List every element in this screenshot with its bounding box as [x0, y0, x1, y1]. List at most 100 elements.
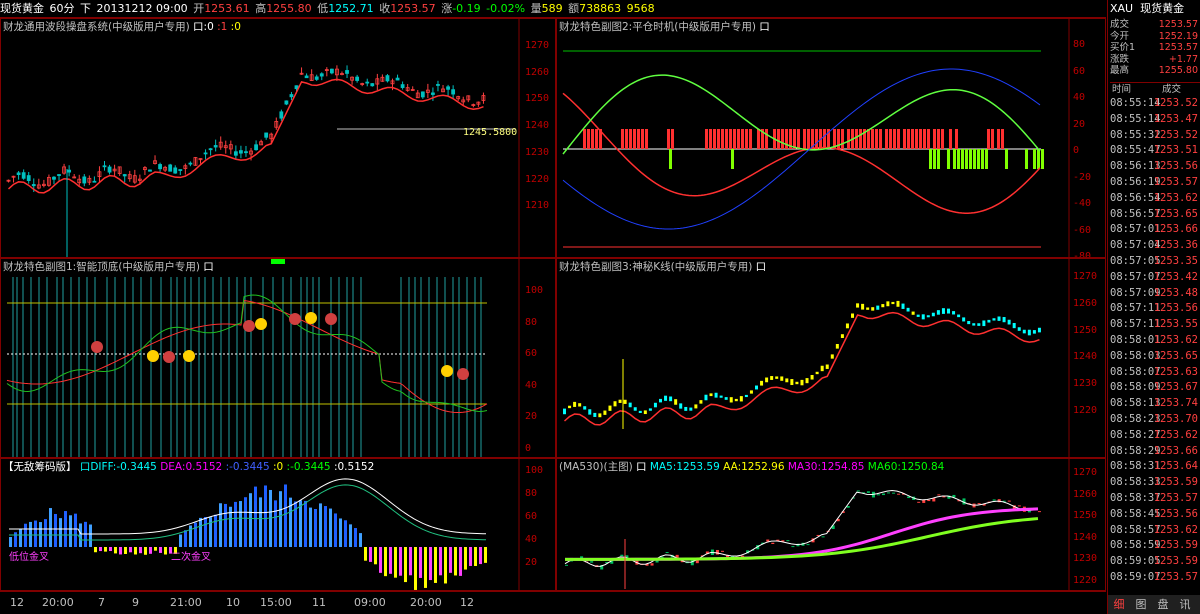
y-tick-label: 1260: [1073, 297, 1098, 309]
signal-bar-red: [641, 129, 644, 149]
side-quote-key: 最高: [1110, 65, 1130, 76]
low-label: 低: [317, 2, 329, 15]
y-tick-label: 1270: [1073, 467, 1098, 478]
signal-bar-red: [941, 129, 944, 149]
mystic-candle: [931, 312, 935, 317]
candle-body: [82, 176, 87, 184]
tick-price: 1253.48: [1153, 286, 1198, 299]
side-tab-button[interactable]: 细: [1108, 595, 1130, 614]
macd-bar: [314, 508, 317, 547]
candle-body: [148, 169, 152, 172]
macd-bar: [114, 547, 117, 554]
signal-face-icon: [255, 318, 267, 330]
quote-side-panel: XAU 现货黄金 成交 1253.57 今开 1252.19 买价1 1253.57 涨跌 +…: [1107, 0, 1200, 614]
tick-price: 1253.56: [1153, 507, 1198, 520]
candle-body: [244, 151, 248, 154]
tick-row: 08:58:09 1253.67: [1110, 381, 1200, 395]
mystic-candle: [739, 396, 743, 402]
mystic-candle: [755, 385, 758, 390]
side-tab-button[interactable]: 讯: [1174, 595, 1196, 614]
macd-chart[interactable]: [1, 459, 556, 591]
mystic-candle: [613, 401, 617, 407]
amount-value: 738863: [579, 2, 622, 15]
candle-body: [1037, 511, 1041, 513]
mystic-candle: [906, 307, 910, 312]
col-price: 成交: [1162, 84, 1182, 95]
panel-t1[interactable]: 口: [756, 261, 767, 273]
candle-body: [16, 172, 21, 176]
candle-body: [881, 493, 885, 496]
mystic-candle: [825, 364, 829, 369]
tick-row: 08:58:23 1253.70: [1110, 413, 1200, 427]
panel-t2: :1: [217, 21, 228, 33]
signal-bar-red: [911, 129, 914, 149]
panel-ma[interactable]: (MA530)(主图) 口 MA5:1253.59 AA:1252.96 MA3…: [556, 458, 1106, 591]
panel-mystic-kline[interactable]: 财龙特色副图3:神秘K线(中级版用户专用) 口 1270 1260 1250 1240…: [556, 258, 1106, 458]
macd-bar: [329, 508, 332, 547]
period[interactable]: 60分: [50, 0, 75, 17]
candle-body: [821, 536, 825, 538]
tick-price: 1253.57: [1153, 571, 1198, 583]
panel-macd[interactable]: 【无敌筹码版】 口DIFF:-0.3445 DEA:0.5152 :-0.344…: [0, 458, 556, 591]
kline-chart[interactable]: [1, 19, 556, 258]
tick-row: 08:56:57 1253.65: [1110, 208, 1200, 222]
time-axis-label: 09:00: [354, 596, 386, 609]
panel-top-bottom[interactable]: 财龙特色副图1:智能顶底(中级版用户专用) 口 100 80 60 40 20 0: [0, 258, 556, 458]
mode: 下: [80, 2, 91, 15]
tick-row: 08:55:32 1253.52: [1110, 129, 1200, 143]
change-pct: -0.02%: [486, 2, 526, 15]
signal-bar-red: [903, 129, 906, 149]
ma-chart[interactable]: [557, 459, 1106, 591]
open-label: 开: [193, 2, 205, 15]
panel-t1[interactable]: 口: [759, 21, 770, 33]
panel-t1[interactable]: 口:0: [193, 21, 214, 33]
tick-row: 08:58:01 1253.62: [1110, 334, 1200, 348]
oscillator-chart[interactable]: [557, 19, 1106, 258]
candle-body: [208, 148, 213, 151]
panel-title-text: (MA530)(主图): [559, 461, 633, 473]
signal-bar-red: [933, 129, 936, 149]
top-bottom-chart[interactable]: [1, 259, 556, 458]
signal-bar-red: [879, 129, 882, 149]
tick-row: 08:55:47 1253.51: [1110, 144, 1200, 158]
tick-price: 1253.51: [1153, 144, 1198, 157]
signal-bar-red: [721, 129, 724, 149]
mystic-kline-chart[interactable]: [557, 259, 1106, 458]
mystic-candle: [941, 308, 945, 314]
candle-body: [284, 100, 289, 105]
time-axis-label: 20:00: [42, 596, 74, 609]
side-tab-button[interactable]: 图: [1130, 595, 1152, 614]
macd-bar: [59, 518, 62, 547]
macd-bar: [149, 547, 152, 554]
panel-close-timing[interactable]: 财龙特色副图2:平仓时机(中级版用户专用) 口 80 60 40 20 0 -20 -40 -…: [556, 18, 1106, 258]
y-tick-label: 60: [525, 511, 538, 522]
mystic-candle: [977, 323, 981, 326]
tick-row: 08:55:14 1253.52: [1110, 97, 1200, 111]
panel-wave-system[interactable]: 财龙通用波段操盘系统(中级版用户专用) 口:0 :1 :0 1245.5800 …: [0, 18, 556, 258]
panel-title: 财龙特色副图1:智能顶底(中级版用户专用) 口: [3, 260, 214, 274]
ma60-value: 1250.84: [900, 461, 945, 473]
macd-bar: [154, 547, 157, 551]
signal-bar-green: [937, 149, 940, 169]
signal-bar-green: [731, 149, 734, 169]
y-tick-label: 100: [525, 285, 544, 296]
panel-t1[interactable]: 口: [203, 261, 214, 273]
signal-bar-red: [871, 129, 874, 149]
side-tab-button[interactable]: 盘: [1152, 595, 1174, 614]
macd-bar: [464, 547, 467, 570]
x3-value: :-0.3445: [286, 461, 331, 473]
mystic-candle: [997, 316, 1001, 321]
macd-bar: [89, 524, 92, 547]
candle-body: [992, 499, 996, 501]
tick-price: 1253.62: [1153, 428, 1198, 441]
mystic-candle: [734, 398, 738, 402]
signal-bar-red: [915, 129, 918, 149]
macd-bar: [394, 547, 397, 578]
mystic-candle: [805, 378, 809, 384]
mystic-candle: [674, 399, 678, 405]
mystic-candle: [886, 301, 890, 307]
candle-body: [766, 539, 770, 542]
candle-body: [26, 175, 31, 181]
panel-t1[interactable]: 口: [636, 461, 647, 473]
macd-bar: [179, 534, 182, 547]
